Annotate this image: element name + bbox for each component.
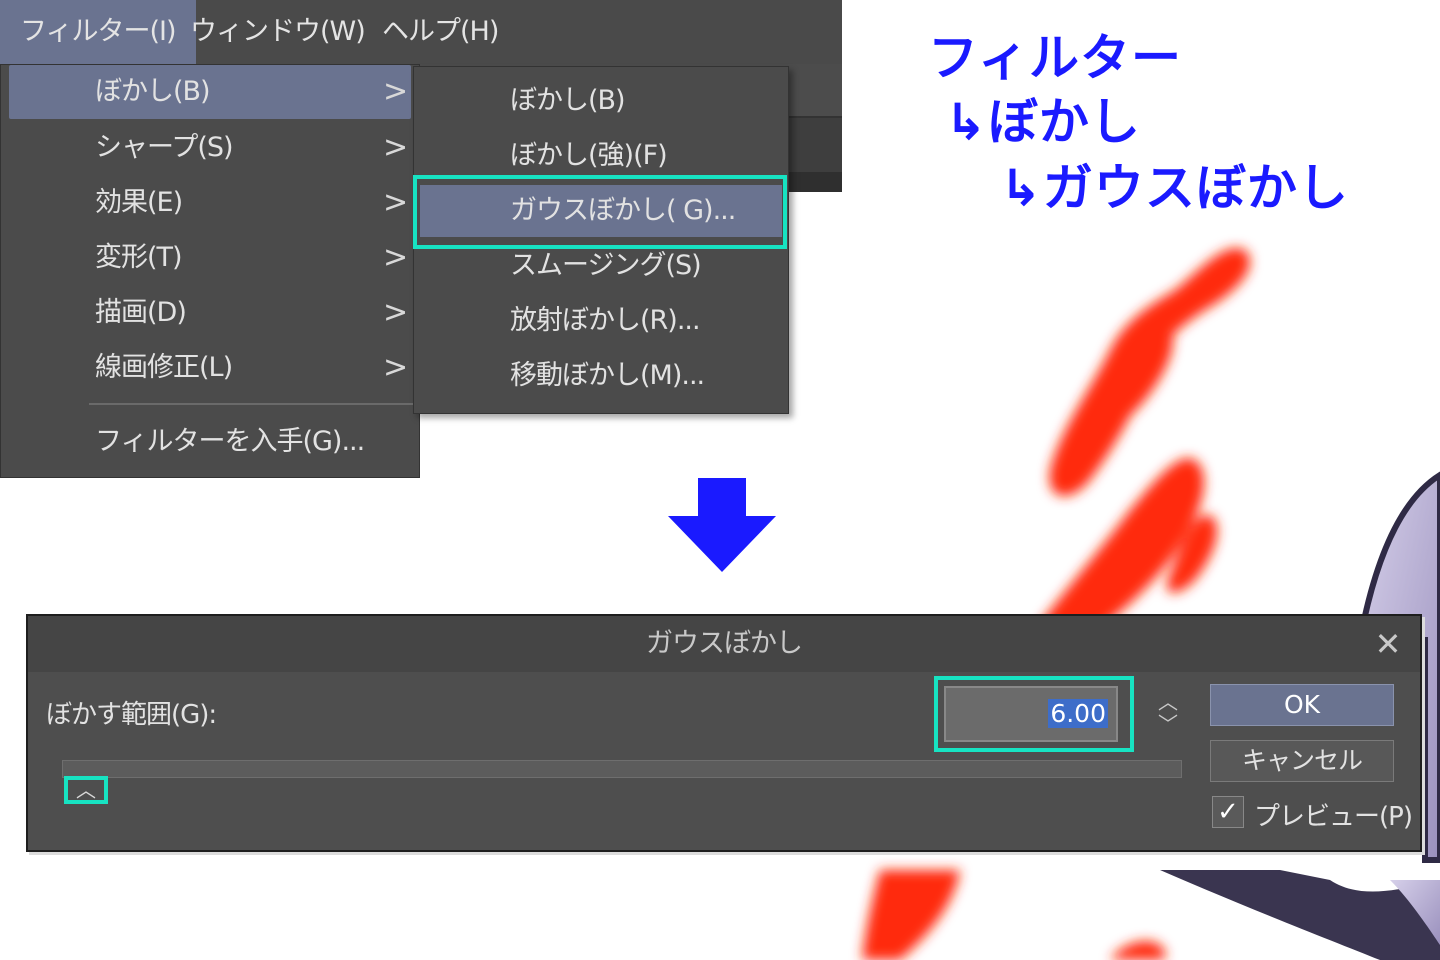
down-arrow-icon: [668, 478, 776, 572]
menu-item-label: 効果(E): [95, 187, 183, 218]
submenu-item-radial-blur[interactable]: 放射ぼかし(R)...: [420, 295, 782, 347]
submenu-item-blur[interactable]: ぼかし(B): [420, 75, 782, 127]
blur-submenu: ぼかし(B) ぼかし(強)(F) ガウスぼかし( G)... スムージング(S)…: [413, 66, 789, 414]
blur-range-slider[interactable]: [62, 760, 1182, 778]
menu-item-label: スムージング(S): [510, 250, 702, 281]
menu-item-line-correction[interactable]: 線画修正(L) >: [9, 341, 411, 395]
blur-range-label: ぼかす範囲(G):: [46, 700, 217, 730]
menu-item-label: 放射ぼかし(R)...: [510, 305, 701, 336]
dialog-title: ガウスぼかし: [28, 616, 1420, 672]
menu-separator: [89, 403, 413, 405]
menu-item-label: 線画修正(L): [95, 352, 233, 383]
submenu-item-smoothing[interactable]: スムージング(S): [420, 240, 782, 292]
red-brush-strokes: [862, 248, 1251, 960]
annotation-step-3: ↳ガウスぼかし: [1000, 159, 1349, 217]
menu-item-blur[interactable]: ぼかし(B) >: [9, 65, 411, 119]
submenu-item-motion-blur[interactable]: 移動ぼかし(M)...: [420, 350, 782, 402]
menu-item-label: 変形(T): [95, 242, 183, 273]
chevron-right-icon: >: [383, 185, 408, 220]
submenu-item-gaussian-blur[interactable]: ガウスぼかし( G)...: [420, 185, 782, 237]
menu-bar: フィルター(I) ウィンドウ(W) ヘルプ(H): [0, 0, 842, 65]
menu-filter[interactable]: フィルター(I): [0, 0, 196, 64]
cancel-button[interactable]: キャンセル: [1210, 740, 1394, 782]
filter-dropdown-menu: ぼかし(B) > シャープ(S) > 効果(E) > 変形(T) > 描画(D)…: [0, 64, 420, 478]
menu-item-label: フィルターを入手(G)...: [95, 426, 365, 457]
preview-checkbox[interactable]: ✓: [1212, 796, 1244, 828]
menu-item-label: ぼかし(B): [510, 85, 626, 116]
chevron-right-icon: >: [383, 295, 408, 330]
menu-item-label: 描画(D): [95, 297, 187, 328]
menu-item-label: 移動ぼかし(M)...: [510, 360, 705, 391]
ok-button[interactable]: OK: [1210, 684, 1394, 726]
chevron-right-icon: >: [383, 350, 408, 385]
menu-item-transform[interactable]: 変形(T) >: [9, 231, 411, 285]
menu-item-render[interactable]: 描画(D) >: [9, 286, 411, 340]
slider-thumb-handle[interactable]: ︿: [64, 776, 108, 804]
menu-item-label: ぼかし(B): [95, 76, 211, 107]
menu-item-get-filters[interactable]: フィルターを入手(G)...: [9, 415, 411, 469]
menu-window[interactable]: ウィンドウ(W): [170, 0, 385, 64]
menu-item-label: シャープ(S): [95, 132, 234, 163]
chevron-right-icon: >: [383, 130, 408, 165]
annotation-step-1: フィルター: [928, 29, 1182, 87]
menu-help[interactable]: ヘルプ(H): [362, 0, 518, 64]
menu-item-effect[interactable]: 効果(E) >: [9, 176, 411, 230]
close-icon[interactable]: ✕: [1368, 624, 1408, 664]
annotation-step-2: ↳ぼかし: [945, 93, 1141, 151]
menu-item-label: ガウスぼかし( G)...: [510, 195, 736, 226]
chevron-right-icon: >: [383, 240, 408, 275]
menu-item-sharpen[interactable]: シャープ(S) >: [9, 121, 411, 175]
chevron-right-icon: >: [383, 74, 408, 109]
menu-item-label: ぼかし(強)(F): [510, 140, 668, 171]
blur-range-input[interactable]: 6.00: [944, 686, 1118, 742]
preview-label: プレビュー(P): [1254, 802, 1413, 832]
spin-up-icon[interactable]: ︿: [1154, 692, 1182, 712]
blur-range-value: 6.00: [1048, 699, 1108, 728]
submenu-item-blur-strong[interactable]: ぼかし(強)(F): [420, 130, 782, 182]
spin-down-icon[interactable]: ﹀: [1154, 714, 1182, 734]
gaussian-blur-dialog: ガウスぼかし ✕ ぼかす範囲(G): 6.00 ︿ ﹀ ︿ OK キャンセル ✓…: [26, 614, 1422, 852]
